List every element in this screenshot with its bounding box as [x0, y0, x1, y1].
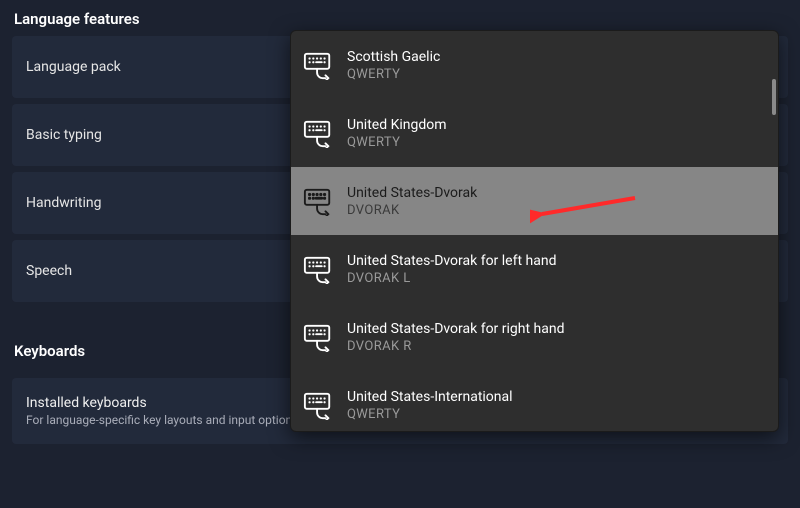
keyboard-layout-item[interactable]: Scottish Gaelic QWERTY — [291, 31, 778, 99]
installed-keyboards-title: Installed keyboards — [26, 395, 298, 411]
installed-keyboards-subtitle: For language-specific key layouts and in… — [26, 413, 298, 427]
feature-label: Handwriting — [26, 195, 101, 211]
keyboard-layout-name: United States-Dvorak for right hand — [347, 321, 565, 337]
keyboard-icon — [303, 254, 333, 284]
keyboard-icon — [303, 186, 333, 216]
keyboard-layout-item[interactable]: United Kingdom QWERTY — [291, 99, 778, 167]
keyboard-layout-item[interactable]: United States-International QWERTY — [291, 371, 778, 432]
keyboard-layout-sub: QWERTY — [347, 407, 513, 422]
feature-label: Basic typing — [26, 127, 102, 143]
keyboard-layout-popup: Scottish Gaelic QWERTY United Kingdom — [290, 30, 779, 432]
keyboard-layout-item[interactable]: United States-Dvorak DVORAK — [291, 167, 778, 235]
keyboard-layout-sub: DVORAK R — [347, 339, 565, 354]
popup-scrollbar[interactable] — [772, 79, 776, 115]
keyboard-icon — [303, 50, 333, 80]
keyboard-layout-sub: QWERTY — [347, 67, 440, 82]
keyboard-layout-name: Scottish Gaelic — [347, 49, 440, 65]
keyboard-layout-name: United States-Dvorak — [347, 185, 477, 201]
keyboard-layout-name: United States-International — [347, 389, 513, 405]
keyboard-icon — [303, 390, 333, 420]
keyboard-layout-name: United States-Dvorak for left hand — [347, 253, 556, 269]
keyboard-layout-sub: DVORAK L — [347, 271, 556, 286]
keyboard-layout-sub: QWERTY — [347, 135, 447, 150]
keyboard-icon — [303, 118, 333, 148]
keyboard-layout-sub: DVORAK — [347, 203, 477, 218]
keyboard-layout-name: United Kingdom — [347, 117, 447, 133]
keyboard-layout-item[interactable]: United States-Dvorak for right hand DVOR… — [291, 303, 778, 371]
keyboard-icon — [303, 322, 333, 352]
keyboard-layout-item[interactable]: United States-Dvorak for left hand DVORA… — [291, 235, 778, 303]
feature-label: Language pack — [26, 59, 121, 75]
feature-label: Speech — [26, 263, 72, 279]
